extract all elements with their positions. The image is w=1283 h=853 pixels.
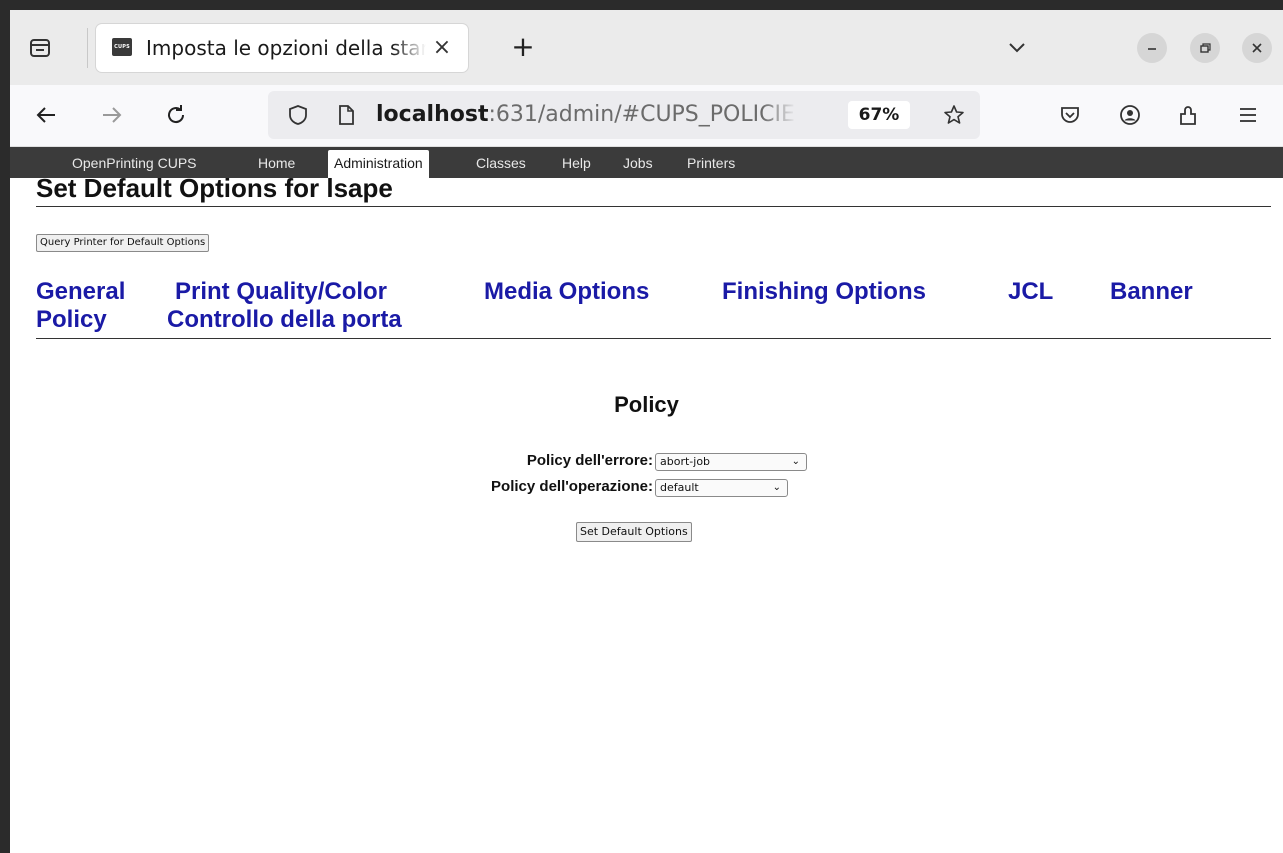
option-link-port-control[interactable]: Controllo della porta — [167, 306, 402, 334]
section-title: Policy — [614, 392, 679, 417]
browser-tab-active[interactable]: CUPS Imposta le opzioni della stampante … — [96, 24, 468, 72]
error-policy-select[interactable]: abort-job ⌄ — [655, 453, 807, 471]
url-text[interactable]: localhost:631/admin/#CUPS_POLICIES — [376, 100, 796, 130]
page-title: Set Default Options for lsape — [36, 173, 393, 203]
browser-window: CUPS Imposta le opzioni della stampante … — [10, 10, 1283, 853]
set-default-options-button[interactable]: Set Default Options — [576, 522, 692, 542]
option-link-jcl[interactable]: JCL — [1008, 278, 1053, 306]
reload-icon[interactable] — [160, 99, 192, 131]
option-link-general[interactable]: General — [36, 278, 125, 306]
chevron-down-icon: ⌄ — [791, 456, 800, 467]
account-icon[interactable] — [1114, 99, 1146, 131]
tab-separator — [87, 28, 88, 68]
tab-close-icon[interactable]: × — [430, 36, 454, 60]
option-link-banner[interactable]: Banner — [1110, 278, 1193, 306]
cups-nav-help[interactable]: Help — [562, 151, 591, 175]
minimize-icon[interactable] — [1137, 33, 1167, 63]
menu-icon[interactable] — [1232, 99, 1264, 131]
page-content: Set Default Options for lsape Query Prin… — [10, 173, 1283, 853]
options-divider — [36, 338, 1271, 339]
address-bar[interactable]: localhost:631/admin/#CUPS_POLICIES 67% — [268, 91, 980, 139]
close-window-icon[interactable] — [1242, 33, 1272, 63]
option-link-print-quality[interactable]: Print Quality/Color — [175, 278, 387, 306]
cups-nav-printers[interactable]: Printers — [687, 151, 735, 175]
error-policy-label: Policy dell'errore: — [526, 452, 653, 469]
cups-favicon-icon: CUPS — [112, 38, 132, 56]
url-path: :631/admin/#CUPS_POLICIES — [488, 102, 796, 127]
tracking-shield-icon[interactable] — [282, 99, 314, 131]
title-divider — [36, 206, 1271, 207]
operation-policy-label: Policy dell'operazione: — [491, 478, 653, 495]
operation-policy-select[interactable]: default ⌄ — [655, 479, 788, 497]
page-info-icon[interactable] — [330, 99, 362, 131]
cups-nav-classes[interactable]: Classes — [476, 151, 526, 175]
back-arrow-icon[interactable] — [30, 99, 62, 131]
bookmark-star-icon[interactable] — [938, 99, 970, 131]
tab-list-icon[interactable] — [24, 32, 56, 64]
operation-policy-value: default — [660, 481, 699, 494]
cups-nav-jobs[interactable]: Jobs — [623, 151, 653, 175]
query-printer-button[interactable]: Query Printer for Default Options — [36, 234, 210, 252]
extensions-icon[interactable] — [1172, 99, 1204, 131]
tabs-dropdown-icon[interactable] — [1004, 34, 1030, 60]
tab-title: Imposta le opzioni della stampante — [146, 36, 426, 60]
tab-strip: CUPS Imposta le opzioni della stampante … — [10, 10, 1283, 85]
restore-icon[interactable] — [1190, 33, 1220, 63]
pocket-icon[interactable] — [1054, 99, 1086, 131]
zoom-level-badge[interactable]: 67% — [848, 101, 910, 129]
option-link-finishing[interactable]: Finishing Options — [722, 278, 926, 306]
option-link-policy[interactable]: Policy — [36, 306, 107, 334]
url-host: localhost — [376, 102, 489, 127]
desktop-edge — [0, 0, 10, 853]
forward-arrow-icon[interactable] — [96, 99, 128, 131]
navigation-bar: localhost:631/admin/#CUPS_POLICIES 67% — [10, 85, 1283, 147]
option-link-media[interactable]: Media Options — [484, 278, 649, 306]
error-policy-value: abort-job — [660, 455, 711, 468]
new-tab-button[interactable]: + — [508, 32, 538, 62]
chevron-down-icon: ⌄ — [772, 482, 781, 493]
